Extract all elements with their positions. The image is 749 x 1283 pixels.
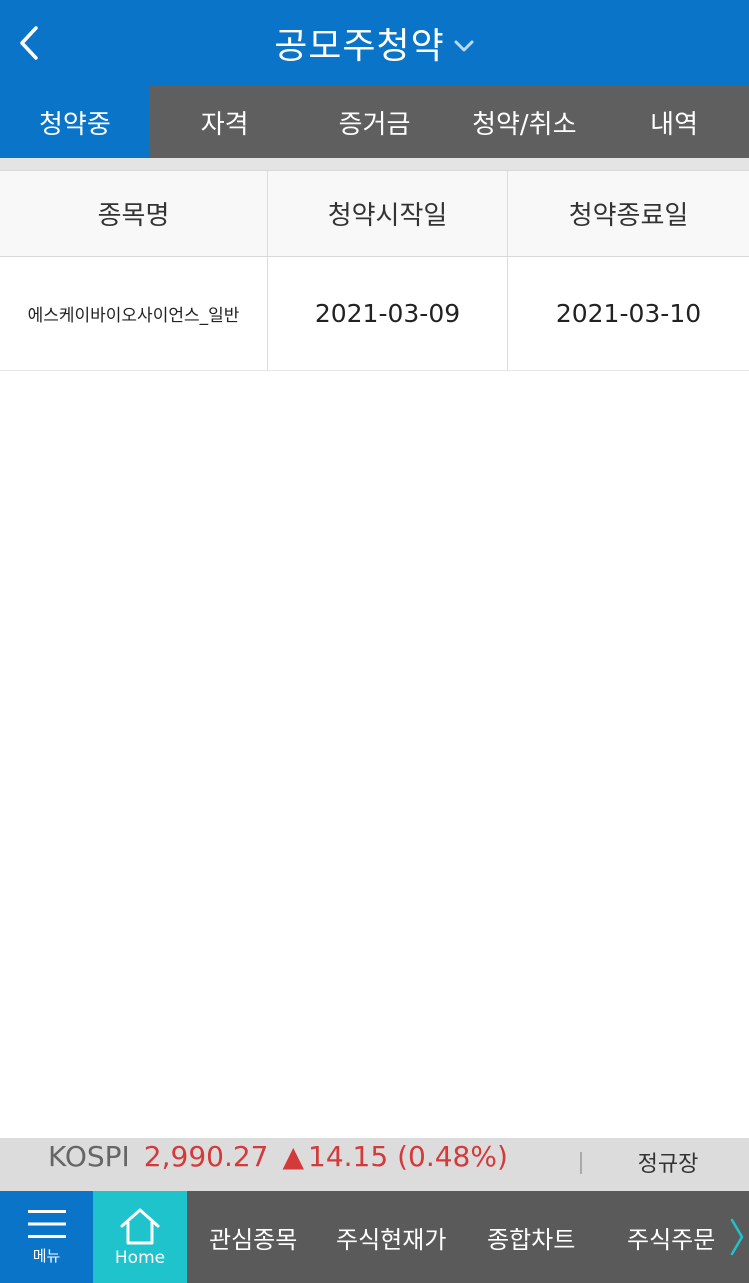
ticker-line: KOSPI 2,990.27 ▲ 14.15 (0.48%): [48, 1138, 508, 1176]
header-start-date: 청약시작일: [268, 171, 508, 256]
nav-stock-order[interactable]: 주식주문: [627, 1191, 715, 1283]
ticker-change-value: 14.15 (0.48%): [308, 1139, 508, 1173]
home-label: Home: [114, 1248, 166, 1268]
up-triangle-icon: ▲: [282, 1139, 305, 1173]
nav-stock-price[interactable]: 주식현재가: [336, 1191, 446, 1283]
menu-label: 메뉴: [32, 1246, 61, 1265]
quick-menu: 관심종목 주식현재가 종합차트 주식주문: [187, 1191, 749, 1283]
page-title: 공모주청약: [274, 26, 445, 67]
ticker-index-name: KOSPI: [48, 1139, 130, 1173]
tab-subscribe-cancel[interactable]: 청약/취소: [449, 86, 599, 158]
table-row[interactable]: 에스케이바이오사이언스_일반 2021-03-09 2021-03-10: [0, 257, 749, 371]
title-dropdown[interactable]: 공모주청약: [274, 17, 475, 69]
tab-subscribing[interactable]: 청약중: [0, 86, 150, 158]
tab-divider: [0, 158, 749, 170]
ticker-separator: [580, 1152, 582, 1174]
tab-deposit[interactable]: 증거금: [300, 86, 450, 158]
bottom-nav: 메뉴 Home 관심종목 주식현재가 종합차트 주식주문: [0, 1191, 749, 1283]
menu-button[interactable]: 메뉴: [0, 1191, 93, 1283]
stock-name-cell: 에스케이바이오사이언스_일반: [0, 257, 268, 370]
nav-watchlist[interactable]: 관심종목: [209, 1191, 297, 1283]
header-stock-name: 종목명: [0, 171, 268, 256]
chevron-left-icon: [20, 26, 38, 60]
ticker-index-value: 2,990.27: [143, 1139, 269, 1173]
tab-eligibility[interactable]: 자격: [150, 86, 300, 158]
nav-chart[interactable]: 종합차트: [487, 1191, 575, 1283]
start-date-cell: 2021-03-09: [268, 257, 508, 370]
end-date-cell: 2021-03-10: [555, 299, 702, 328]
market-session-label: 정규장: [637, 1152, 699, 1177]
header-end-date: 청약종료일: [568, 201, 689, 231]
top-header: 공모주청약: [0, 0, 749, 86]
table-header: 종목명 청약시작일 청약종료일: [0, 171, 749, 257]
ticker-change: ▲ 14.15 (0.48%): [282, 1140, 507, 1173]
app-root: 공모주청약 청약중 자격 증거금 청약/취소 내역 종목명 청약시작일 청약종료…: [0, 0, 749, 1283]
chevron-right-icon[interactable]: [729, 1217, 745, 1257]
ipo-table: 종목명 청약시작일 청약종료일 에스케이바이오사이언스_일반 2021-03-0…: [0, 170, 749, 371]
hamburger-icon: [27, 1209, 66, 1238]
home-icon: [120, 1208, 160, 1245]
tab-history[interactable]: 내역: [599, 86, 749, 158]
market-ticker[interactable]: KOSPI 2,990.27 ▲ 14.15 (0.48%) 정규장: [0, 1138, 749, 1191]
home-button[interactable]: Home: [93, 1191, 187, 1283]
tab-bar: 청약중 자격 증거금 청약/취소 내역: [0, 86, 749, 158]
back-button[interactable]: [18, 13, 78, 73]
chevron-down-icon: [454, 40, 474, 52]
